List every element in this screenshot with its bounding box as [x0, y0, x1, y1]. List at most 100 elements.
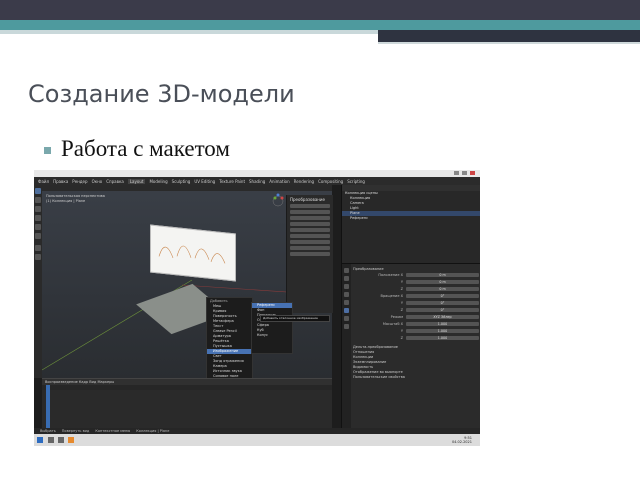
- npanel-field[interactable]: [290, 216, 330, 220]
- windows-taskbar: 9:51 04.02.2021: [34, 434, 480, 446]
- property-value-field[interactable]: XYZ Эйлер: [406, 314, 479, 320]
- blender-screenshot: Файл Правка Рендер Окно Справка Layout Modelin…: [34, 170, 480, 446]
- property-row: Z0 m: [353, 286, 479, 292]
- properties-tabs: [342, 264, 351, 429]
- workspace-tab[interactable]: Compositing: [318, 179, 343, 184]
- cursor-tool-icon[interactable]: [35, 197, 41, 203]
- property-label: Z: [400, 336, 403, 340]
- property-value-field[interactable]: 1.000: [406, 321, 479, 327]
- property-row: Положение X0 m: [353, 272, 479, 278]
- move-tool-icon[interactable]: [35, 206, 41, 212]
- bullet-marker-icon: [44, 146, 51, 154]
- task-view-icon[interactable]: [58, 437, 64, 443]
- outliner-row[interactable]: Референс: [342, 216, 480, 221]
- npanel-title: Преобразование: [290, 197, 325, 202]
- status-item: Повернуть вид: [61, 429, 90, 433]
- workspace-tab[interactable]: Rendering: [294, 179, 314, 184]
- image-submenu: РеференсФонПлоскостьОсьСфераКубКонус: [251, 302, 293, 354]
- property-row: Y0 m: [353, 279, 479, 285]
- rotate-tool-icon[interactable]: [35, 215, 41, 221]
- workspace-tab[interactable]: Modeling: [149, 179, 167, 184]
- property-value-field[interactable]: 0 m: [406, 279, 479, 285]
- property-value-field[interactable]: 1.000: [406, 335, 479, 341]
- properties-body: Преобразование Положение X0 mY0 mZ0 m Вра…: [353, 267, 479, 380]
- npanel-field[interactable]: [290, 246, 330, 250]
- submenu-item[interactable]: Конус: [252, 333, 292, 338]
- close-icon[interactable]: [470, 171, 475, 175]
- outliner: Коллекция сцены Коллекция Camera Light Plane…: [341, 185, 480, 263]
- slide-header-accent: [0, 20, 640, 30]
- timeline[interactable]: Воспроизведение Кадр Вид Маркеры: [42, 378, 332, 429]
- select-tool-icon[interactable]: [35, 188, 41, 194]
- npanel-field[interactable]: [290, 204, 330, 208]
- property-value-field[interactable]: 0°: [406, 300, 479, 306]
- workspace-tab[interactable]: Sculpting: [172, 179, 191, 184]
- property-row: Масштаб X 1.000: [353, 321, 479, 327]
- sketch-figures: [158, 245, 226, 264]
- object-tab-icon[interactable]: [344, 308, 349, 313]
- property-value-field[interactable]: 0 m: [406, 286, 479, 292]
- render-tab-icon[interactable]: [344, 276, 349, 281]
- scene-tab-icon[interactable]: [344, 292, 349, 297]
- npanel-field[interactable]: [290, 228, 330, 232]
- property-row: Z 0°: [353, 307, 479, 313]
- timeline-playhead[interactable]: [46, 385, 50, 429]
- npanel-field[interactable]: [290, 252, 330, 256]
- workspace-tab[interactable]: Animation: [269, 179, 289, 184]
- npanel-field[interactable]: [290, 222, 330, 226]
- property-row: Вращение X 0°: [353, 293, 479, 299]
- property-label: Положение X: [378, 273, 403, 277]
- workspace-tab[interactable]: UV Editing: [194, 179, 215, 184]
- npanel-field[interactable]: [290, 240, 330, 244]
- timeline-ruler[interactable]: [42, 385, 332, 390]
- annotate-tool-icon[interactable]: [35, 245, 41, 251]
- property-row: Режим XYZ Эйлер: [353, 314, 479, 320]
- property-label: Вращение X: [380, 294, 403, 298]
- menu-item[interactable]: Справка: [106, 179, 124, 184]
- sidebar-n-panel: Преобразование: [286, 195, 333, 313]
- blender-menubar: Файл Правка Рендер Окно Справка Layout Modelin…: [34, 177, 480, 185]
- property-label: Масштаб X: [382, 322, 403, 326]
- windows-start-icon[interactable]: [37, 437, 43, 443]
- scale-tool-icon[interactable]: [35, 224, 41, 230]
- blender-app-icon[interactable]: [68, 437, 74, 443]
- world-tab-icon[interactable]: [344, 300, 349, 305]
- npanel-field[interactable]: [290, 234, 330, 238]
- property-value-field[interactable]: 0 m: [406, 272, 479, 278]
- menu-item[interactable]: Правка: [53, 179, 68, 184]
- menu-item[interactable]: Окно: [92, 179, 103, 184]
- menu-item[interactable]: Файл: [38, 179, 49, 184]
- workspace-tab[interactable]: Layout: [127, 178, 146, 184]
- slide-title: Создание 3D-модели: [28, 80, 295, 108]
- workspace-tab[interactable]: Shading: [249, 179, 265, 184]
- workspace-tab[interactable]: Texture Paint: [219, 179, 245, 184]
- maximize-icon[interactable]: [462, 171, 467, 175]
- property-label: Y: [400, 329, 403, 333]
- property-value-field[interactable]: 0°: [406, 293, 479, 299]
- tool-tab-icon[interactable]: [344, 268, 349, 273]
- npanel-field[interactable]: [290, 210, 330, 214]
- modifier-tab-icon[interactable]: [344, 316, 349, 321]
- property-row: Y 0°: [353, 300, 479, 306]
- menu-item[interactable]: Рендер: [72, 179, 87, 184]
- property-value-field[interactable]: 0°: [406, 307, 479, 313]
- property-value-field[interactable]: 1.000: [406, 328, 479, 334]
- property-row: Z 1.000: [353, 335, 479, 341]
- reference-image[interactable]: [150, 224, 236, 282]
- slide-header-bar: [0, 0, 640, 20]
- clock-date: 04.02.2021: [451, 440, 472, 444]
- property-label: Y: [400, 301, 403, 305]
- transform-tool-icon[interactable]: [35, 233, 41, 239]
- workspace-tab[interactable]: Scripting: [347, 179, 365, 184]
- measure-tool-icon[interactable]: [35, 254, 41, 260]
- property-row: Y 1.000: [353, 328, 479, 334]
- status-item: Коллекция | Plane: [136, 429, 170, 433]
- minimize-icon[interactable]: [454, 171, 459, 175]
- properties-panel-header[interactable]: Пользовательские свойства: [353, 375, 479, 380]
- property-label: Y: [400, 280, 403, 284]
- constraint-tab-icon[interactable]: [344, 324, 349, 329]
- context-menu-title: Добавить: [210, 299, 228, 303]
- property-label: Режим: [390, 315, 403, 319]
- search-icon[interactable]: [48, 437, 54, 443]
- output-tab-icon[interactable]: [344, 284, 349, 289]
